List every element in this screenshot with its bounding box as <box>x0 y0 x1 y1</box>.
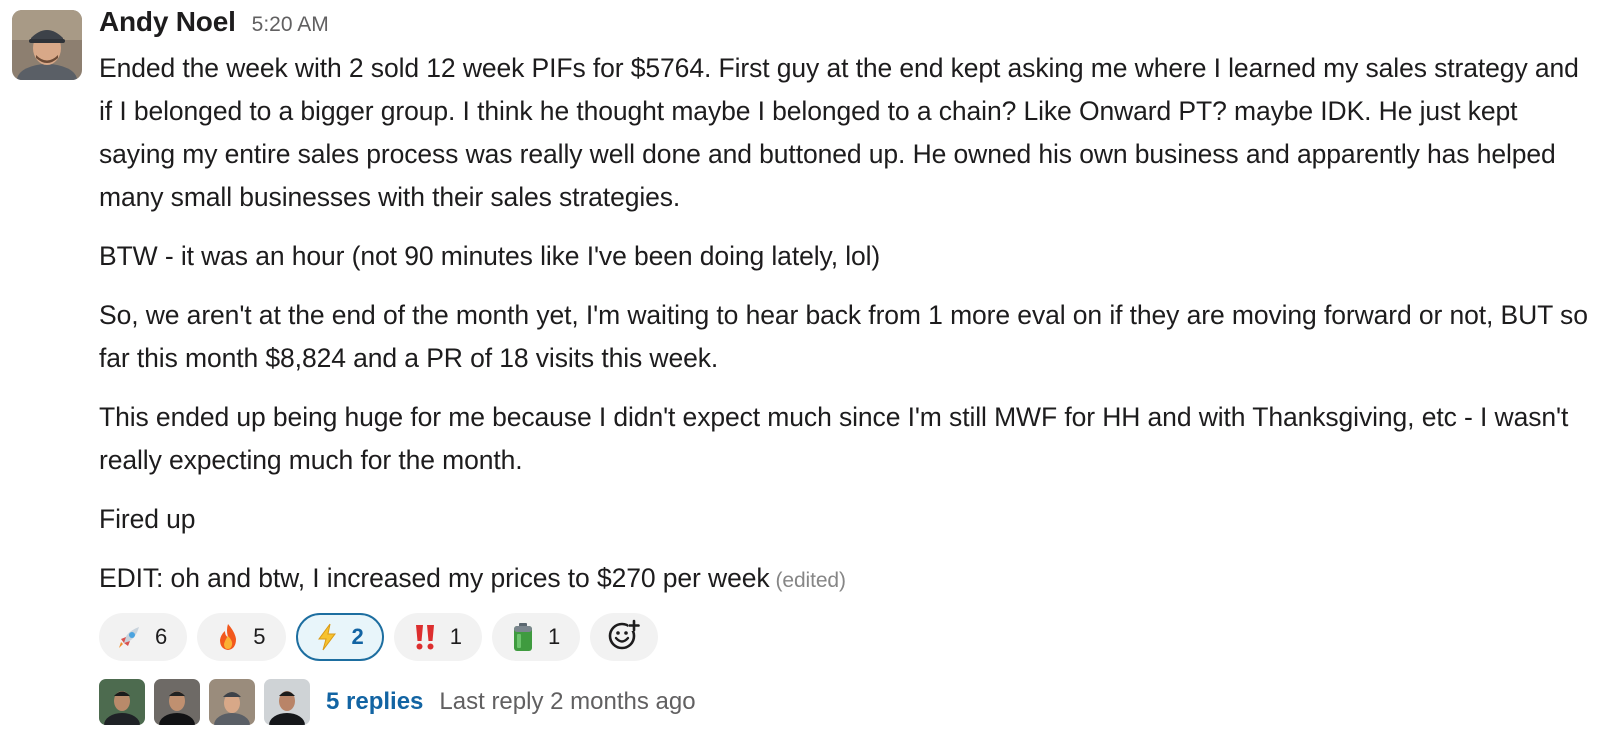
zap-icon <box>312 622 342 652</box>
reaction-fire[interactable]: 5 <box>197 613 286 661</box>
reaction-rocket[interactable]: 6 <box>99 613 188 661</box>
double-exclamation-icon <box>410 622 440 652</box>
reaction-bangbang[interactable]: 1 <box>393 613 482 661</box>
message: Andy Noel 5:20 AM Ended the week with 2 … <box>0 0 1598 748</box>
reply-count-link[interactable]: 5 replies <box>326 688 423 716</box>
author-avatar[interactable] <box>12 10 82 80</box>
rocket-icon <box>115 622 145 652</box>
message-paragraph-edited: EDIT: oh and btw, I increased my prices … <box>99 557 1589 602</box>
participant-avatar <box>209 679 255 725</box>
reaction-count: 2 <box>351 624 364 649</box>
fire-icon <box>213 622 243 652</box>
message-body: Ended the week with 2 sold 12 week PIFs … <box>99 47 1589 602</box>
edit-text: EDIT: oh and btw, I increased my prices … <box>99 563 770 593</box>
message-paragraph: Ended the week with 2 sold 12 week PIFs … <box>99 53 1579 212</box>
last-reply-time: Last reply 2 months ago <box>439 688 696 715</box>
thread-participants <box>99 679 310 725</box>
reaction-battery[interactable]: 1 <box>492 613 581 661</box>
message-paragraph: This ended up being huge for me because … <box>99 402 1569 475</box>
reactions-bar: 6 5 2 1 1 <box>99 612 1589 662</box>
reaction-zap[interactable]: 2 <box>295 613 384 661</box>
add-emoji-icon <box>607 618 642 657</box>
message-header: Andy Noel 5:20 AM <box>99 0 1589 50</box>
author-name[interactable]: Andy Noel <box>99 6 236 38</box>
add-reaction-button[interactable] <box>590 613 659 661</box>
participant-avatar <box>264 679 310 725</box>
reaction-count: 6 <box>155 624 168 649</box>
participant-avatar <box>154 679 200 725</box>
reaction-count: 5 <box>253 624 266 649</box>
reaction-count: 1 <box>548 624 561 649</box>
reaction-count: 1 <box>449 624 462 649</box>
participant-avatar <box>99 679 145 725</box>
thread-summary[interactable]: 5 replies Last reply 2 months ago <box>99 676 1589 728</box>
message-paragraph: Fired up <box>99 504 196 534</box>
battery-icon <box>508 622 538 652</box>
message-paragraph: So, we aren't at the end of the month ye… <box>99 300 1588 373</box>
message-content: Andy Noel 5:20 AM Ended the week with 2 … <box>99 0 1589 728</box>
message-paragraph: BTW - it was an hour (not 90 minutes lik… <box>99 241 881 271</box>
message-timestamp[interactable]: 5:20 AM <box>252 13 329 37</box>
edited-label: (edited) <box>775 569 847 592</box>
